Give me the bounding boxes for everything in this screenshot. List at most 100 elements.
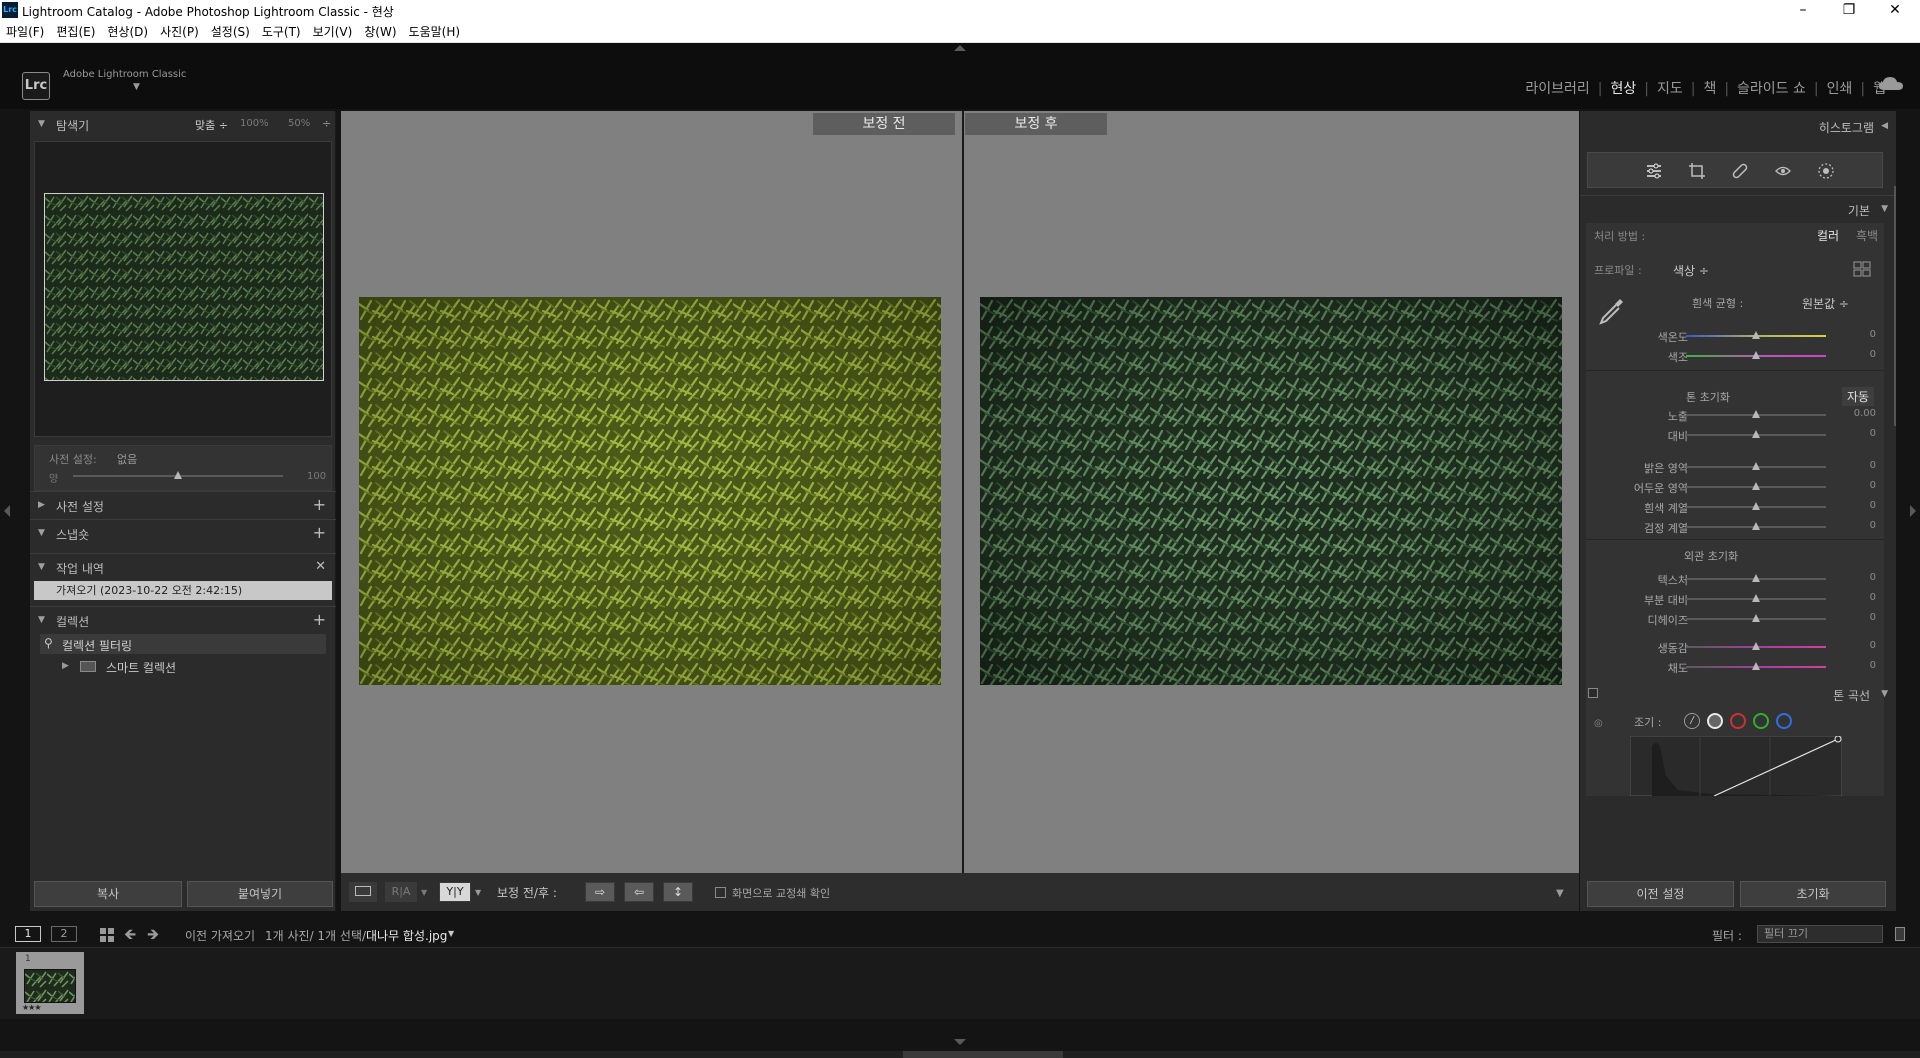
slider-knob[interactable] <box>1752 574 1760 582</box>
module-library[interactable]: 라이브러리 <box>1525 78 1589 98</box>
copy-before-to-after-icon[interactable]: ⇨ <box>585 882 615 902</box>
adjustment-slider[interactable] <box>1686 641 1826 653</box>
masking-icon[interactable] <box>1817 162 1835 180</box>
target-adjust-icon[interactable]: ◎ <box>1594 718 1603 729</box>
green-channel-icon[interactable] <box>1753 713 1769 729</box>
module-book[interactable]: 책 <box>1703 78 1716 98</box>
slider-knob[interactable] <box>1752 351 1760 359</box>
close-icon[interactable]: ✕ <box>1872 0 1918 21</box>
slider-knob[interactable] <box>1752 482 1760 490</box>
module-map[interactable]: 지도 <box>1657 78 1683 98</box>
menu-tools[interactable]: 도구(T) <box>256 21 307 43</box>
adjustment-slider[interactable] <box>1686 429 1826 441</box>
menu-view[interactable]: 보기(V) <box>307 21 359 43</box>
slider-value[interactable]: 0 <box>1838 520 1876 531</box>
slider-knob[interactable] <box>1752 462 1760 470</box>
snapshots-header[interactable]: ▼ 스냅숏 + <box>30 519 336 547</box>
collapse-triangle-icon[interactable]: ▼ <box>1881 689 1888 699</box>
tone-curve-graph[interactable] <box>1630 736 1842 796</box>
identity-dropdown-icon[interactable]: ▼ <box>133 82 140 92</box>
collapse-triangle-icon[interactable]: ▼ <box>1881 204 1888 214</box>
slider-value[interactable]: 0 <box>1838 460 1876 471</box>
dropdown-icon[interactable]: ▼ <box>421 888 427 897</box>
menu-settings[interactable]: 설정(S) <box>205 21 256 43</box>
collapse-left-arrow-icon[interactable] <box>4 505 10 517</box>
slider-value[interactable]: 0 <box>1838 428 1876 439</box>
loupe-view-icon[interactable] <box>349 882 377 902</box>
slider-knob[interactable] <box>1752 430 1760 438</box>
module-slideshow[interactable]: 슬라이드 쇼 <box>1737 78 1806 98</box>
source-label[interactable]: 이전 가져오기 <box>185 927 255 944</box>
clear-history-icon[interactable]: ✕ <box>315 559 326 574</box>
zoom-fit[interactable]: 맞춤 ÷ <box>195 117 228 133</box>
auto-button[interactable]: 자동 <box>1842 387 1875 406</box>
zoom-100[interactable]: 100% <box>240 118 269 129</box>
slider-value[interactable]: 0.00 <box>1838 408 1876 419</box>
adjustment-slider[interactable] <box>1686 481 1826 493</box>
histogram-header[interactable]: 히스토그램 ◀ <box>1580 111 1896 143</box>
adjustment-slider[interactable] <box>1686 661 1826 673</box>
menu-file[interactable]: 파일(F) <box>0 21 50 43</box>
previous-settings-button[interactable]: 이전 설정 <box>1587 881 1734 907</box>
toolbar-menu-icon[interactable]: ▼ <box>1556 888 1564 899</box>
slider-knob[interactable] <box>1752 642 1760 650</box>
slider-value[interactable]: 0 <box>1838 349 1876 360</box>
menu-develop[interactable]: 현상(D) <box>101 21 154 43</box>
taskbar-active-item[interactable] <box>903 1051 1063 1058</box>
cloud-icon[interactable] <box>1878 74 1904 94</box>
back-arrow-icon[interactable]: 🡸 <box>124 924 136 949</box>
collapse-top-arrow-icon[interactable] <box>954 45 966 51</box>
treatment-color[interactable]: 컬러 <box>1817 227 1839 244</box>
profile-select[interactable]: 색상 ÷ <box>1673 262 1709 279</box>
adjustment-slider[interactable] <box>1686 350 1826 362</box>
zoom-50[interactable]: 50% <box>288 118 310 129</box>
edit-sliders-icon[interactable] <box>1645 162 1663 180</box>
add-collection-icon[interactable]: + <box>313 610 326 629</box>
slider-value[interactable]: 0 <box>1838 329 1876 340</box>
soft-proof-checkbox[interactable] <box>715 887 726 898</box>
expand-triangle-icon[interactable]: ▶ <box>62 661 69 671</box>
slider-knob[interactable] <box>1752 522 1760 530</box>
copy-button[interactable]: 복사 <box>34 881 182 907</box>
point-curve-rgb-icon[interactable] <box>1707 713 1723 729</box>
expand-triangle-icon[interactable]: ◀ <box>1881 121 1888 131</box>
slider-knob[interactable] <box>1752 331 1760 339</box>
slider-knob[interactable] <box>1752 662 1760 670</box>
red-eye-icon[interactable] <box>1774 162 1792 180</box>
slider-value[interactable]: 0 <box>1838 592 1876 603</box>
menu-photo[interactable]: 사진(P) <box>154 21 205 43</box>
slider-value[interactable]: 0 <box>1838 640 1876 651</box>
crop-icon[interactable] <box>1688 162 1706 180</box>
adjustment-slider[interactable] <box>1686 461 1826 473</box>
menu-window[interactable]: 창(W) <box>358 21 402 43</box>
presets-header[interactable]: ▶ 사전 설정 + <box>30 491 336 519</box>
slider-value[interactable]: 0 <box>1838 660 1876 671</box>
zoom-more[interactable]: ÷ <box>322 117 331 130</box>
dropdown-icon[interactable]: ▼ <box>475 888 481 897</box>
copy-after-to-before-icon[interactable]: ⇦ <box>624 882 654 902</box>
module-develop[interactable]: 현상 <box>1610 78 1636 98</box>
collapse-bottom-arrow-icon[interactable] <box>954 1039 966 1045</box>
red-channel-icon[interactable] <box>1730 713 1746 729</box>
slider-knob[interactable] <box>1752 502 1760 510</box>
minimize-icon[interactable]: – <box>1780 0 1826 21</box>
slider-knob[interactable] <box>1752 614 1760 622</box>
adjustment-slider[interactable] <box>1686 409 1826 421</box>
adjustment-slider[interactable] <box>1686 593 1826 605</box>
basic-header[interactable]: 기본 ▼ <box>1580 195 1896 221</box>
eyedropper-icon[interactable] <box>1598 296 1624 326</box>
adjustment-slider[interactable] <box>1686 501 1826 513</box>
history-item[interactable]: 가져오기 (2023-10-22 오전 2:42:15) <box>34 581 332 600</box>
adjustment-slider[interactable] <box>1686 573 1826 585</box>
swap-before-after-icon[interactable]: ↕ <box>663 882 693 902</box>
menu-help[interactable]: 도움말(H) <box>403 21 467 43</box>
healing-icon[interactable] <box>1731 162 1749 180</box>
before-image[interactable] <box>359 297 941 685</box>
wb-select[interactable]: 원본값 ÷ <box>1802 295 1849 312</box>
filename-label[interactable]: 대나무 합성.jpg <box>366 927 447 944</box>
filmstrip-thumbnail[interactable]: 1 ★★★ <box>16 952 84 1014</box>
treatment-bw[interactable]: 흑백 <box>1856 227 1878 244</box>
profile-browser-icon[interactable] <box>1853 261 1871 277</box>
right-scrollbar[interactable] <box>1894 186 1896 426</box>
smart-collection-item[interactable]: ▶ 스마트 컬렉션 <box>30 654 336 680</box>
